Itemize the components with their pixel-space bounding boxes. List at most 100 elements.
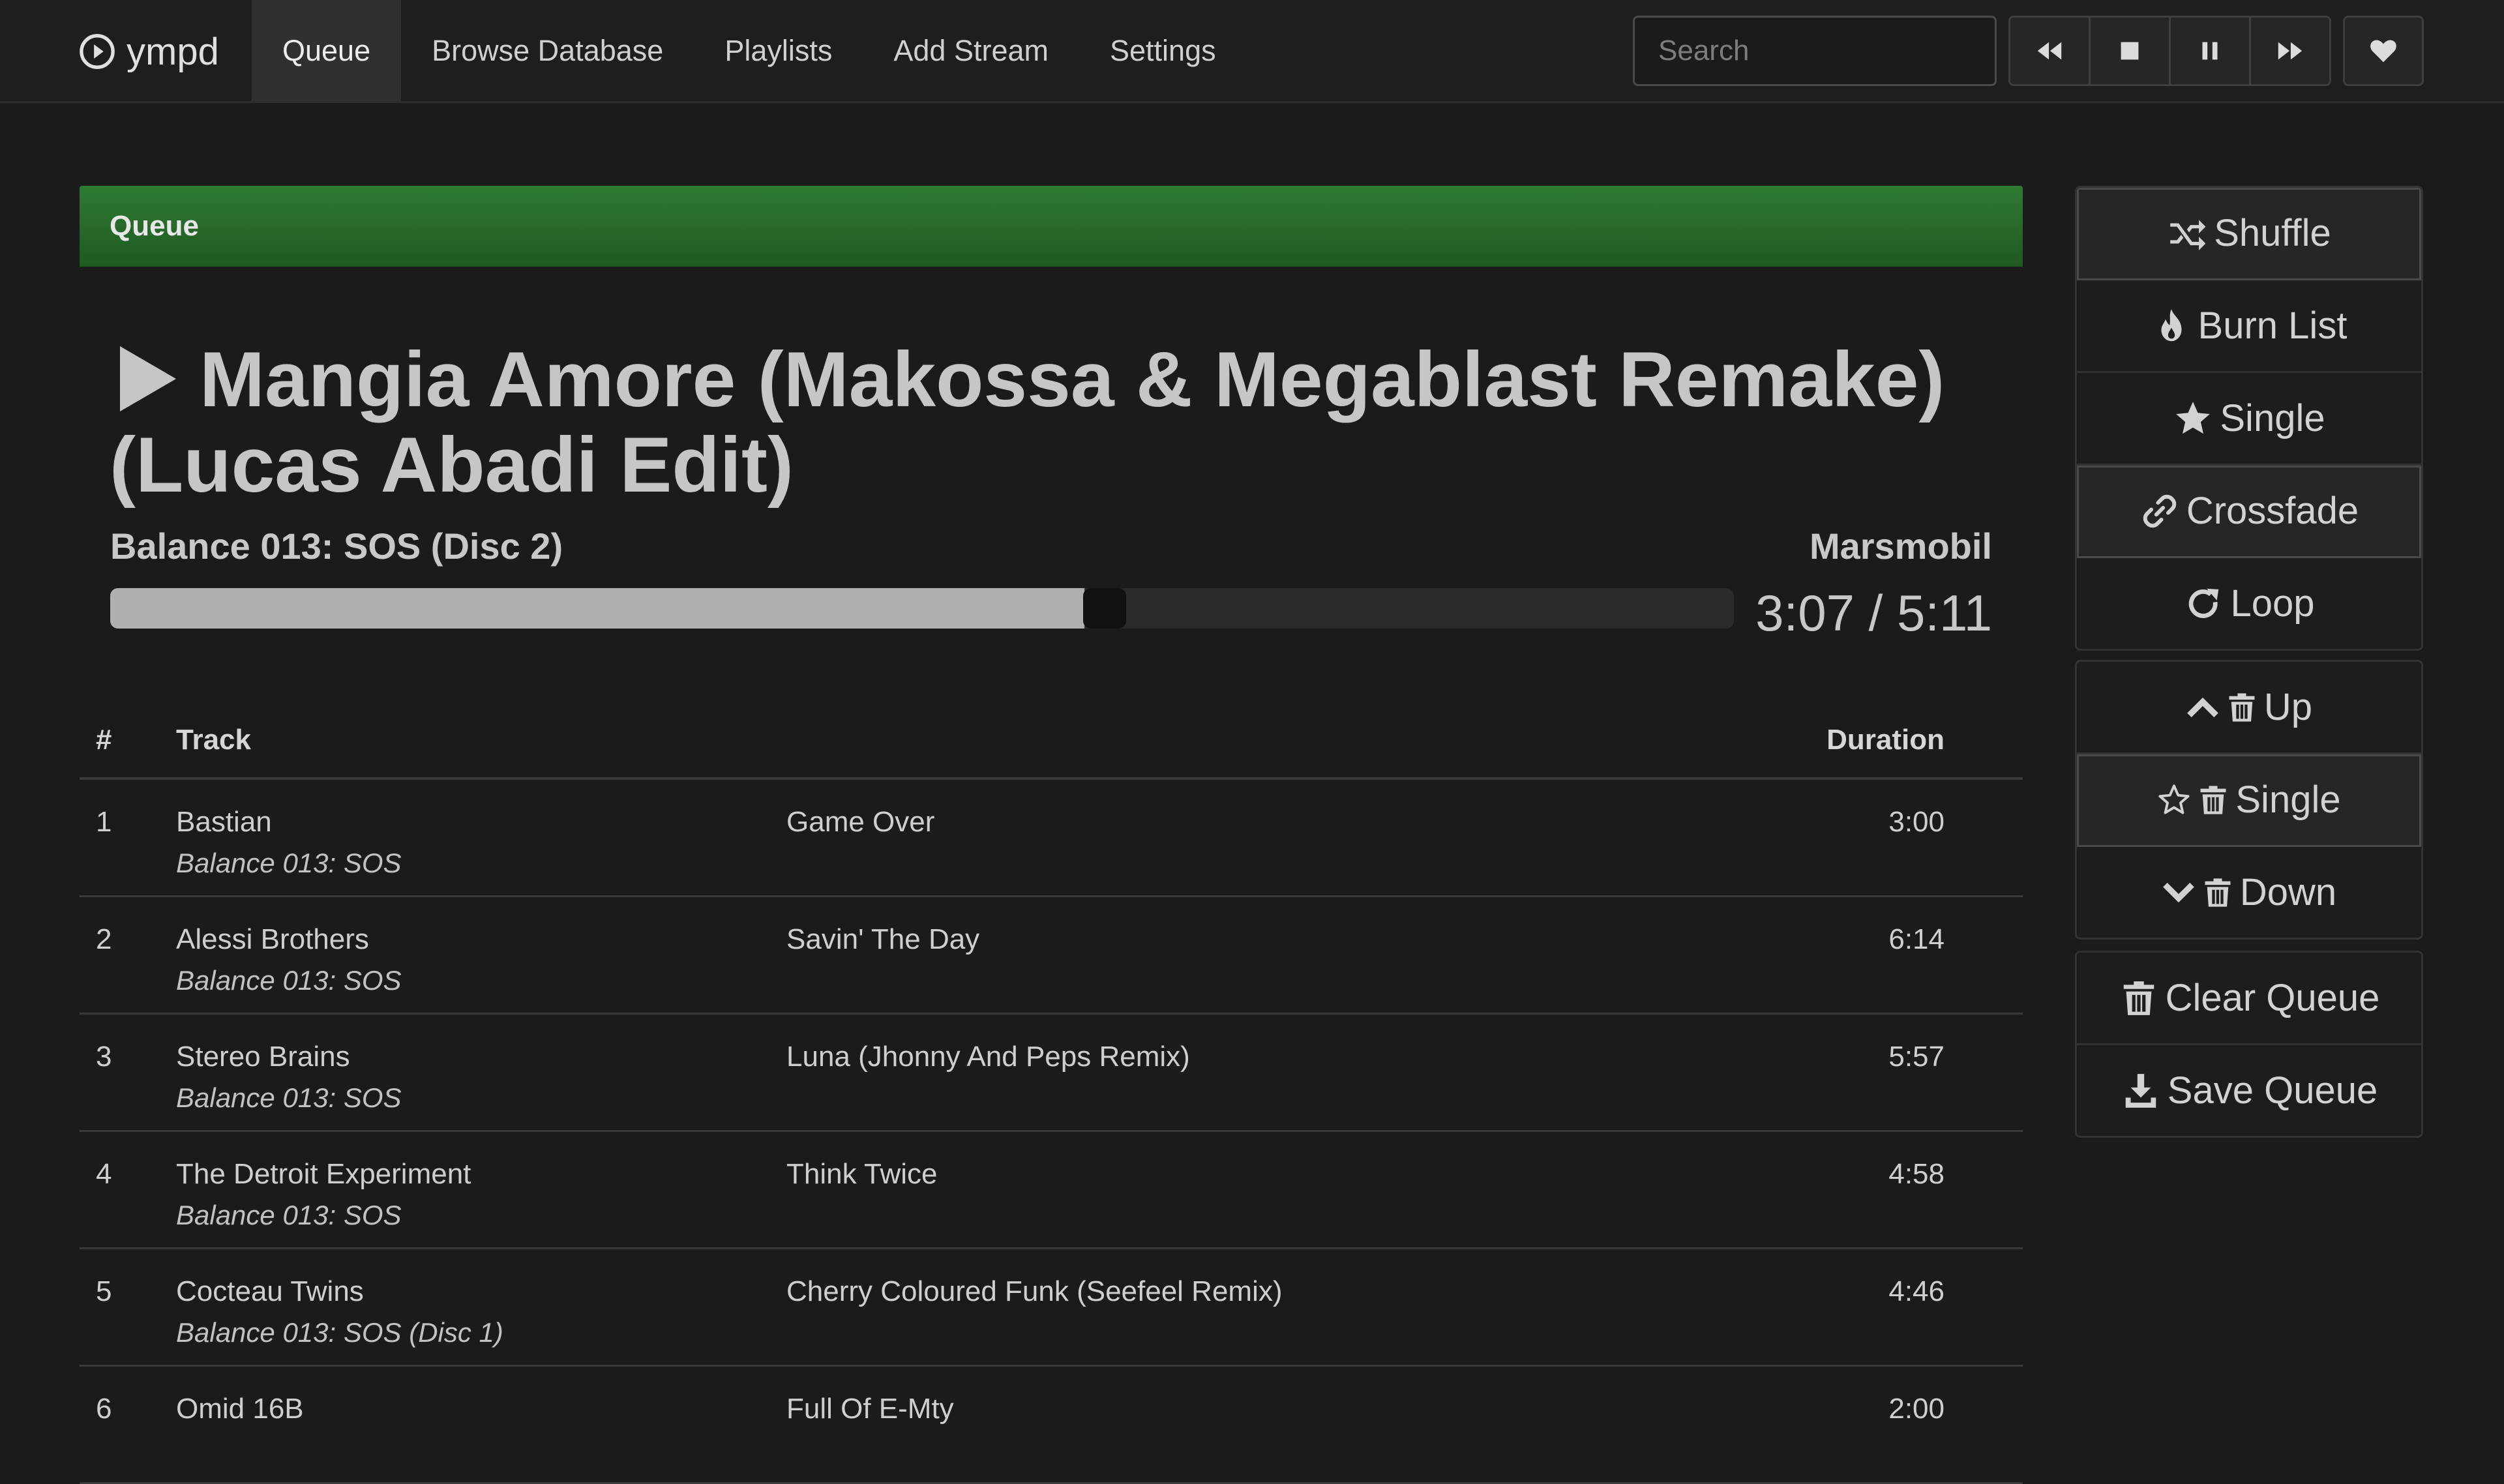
heart-icon (2370, 40, 2396, 63)
previous-icon (2037, 42, 2062, 60)
play-icon (120, 346, 176, 412)
clear-queue-label: Clear Queue (2165, 977, 2380, 1019)
track-number: 6 (96, 1393, 112, 1425)
nav-playlists[interactable]: Playlists (694, 0, 863, 101)
loop-button[interactable]: Loop (2077, 558, 2421, 649)
queue-table: # Track Duration 1 Bastian Balance 013: SO… (80, 711, 2023, 1484)
brand[interactable]: ympd (78, 0, 219, 103)
chevron-up-icon (2187, 697, 2218, 717)
chevron-down-icon (2163, 882, 2194, 902)
track-artist: Stereo Brains (176, 1041, 350, 1073)
star-outline-icon (2158, 784, 2190, 814)
remove-single-button[interactable]: Single (2077, 754, 2421, 847)
download-icon (2125, 1073, 2156, 1108)
now-playing-artist: Marsmobil (1809, 526, 1992, 567)
track-title: Think Twice (786, 1158, 938, 1190)
track-album: Balance 013: SOS (176, 848, 402, 878)
next-button[interactable] (2251, 18, 2329, 84)
trash-icon (2205, 878, 2231, 907)
track-duration: 4:58 (1888, 1158, 1945, 1190)
table-row[interactable]: 1 Bastian Balance 013: SOS Game Over 3:00 (80, 780, 2023, 897)
remove-up-button[interactable]: Up (2077, 662, 2421, 754)
burn-list-button[interactable]: Burn List (2077, 280, 2421, 373)
track-duration: 6:14 (1888, 923, 1945, 955)
track-title: Luna (Jhonny And Peps Remix) (786, 1041, 1190, 1073)
remove-single-label: Single (2235, 779, 2341, 821)
track-title: Savin' The Day (786, 923, 980, 955)
top-navbar: ympd Queue Browse Database Playlists Add… (0, 0, 2504, 103)
search-input[interactable] (1633, 16, 1997, 86)
single-mode-button[interactable]: Single (2077, 373, 2421, 466)
pause-button[interactable] (2171, 18, 2251, 84)
table-header: # Track Duration (80, 711, 2023, 780)
track-album: Balance 013: SOS (176, 965, 402, 996)
crossfade-label: Crossfade (2186, 490, 2359, 532)
track-title: Cherry Coloured Funk (Seefeel Remix) (786, 1275, 1283, 1307)
track-title: Full Of E-Mty (786, 1393, 954, 1425)
progress-fill (110, 588, 1084, 629)
track-duration: 5:57 (1888, 1041, 1945, 1073)
header-num: # (96, 724, 112, 756)
track-number: 3 (96, 1041, 112, 1073)
remove-down-label: Down (2239, 871, 2337, 913)
remove-button-group: Up Single Down (2075, 660, 2423, 940)
table-row[interactable]: 3 Stereo Brains Balance 013: SOS Luna (Jhon… (80, 1015, 2023, 1132)
track-artist: Alessi Brothers (176, 923, 369, 955)
queue-panel-heading: Queue (80, 186, 2023, 267)
track-duration: 2:00 (1888, 1393, 1945, 1425)
table-row[interactable]: 5 Cocteau Twins Balance 013: SOS (Disc 1) C… (80, 1249, 2023, 1367)
now-playing-title-text: Mangia Amore (Makossa & Megablast Remake… (110, 336, 1945, 509)
shuffle-label: Shuffle (2214, 212, 2331, 254)
refresh-icon (2189, 588, 2219, 618)
progress-handle[interactable] (1083, 588, 1126, 629)
track-title: Game Over (786, 806, 935, 838)
track-number: 4 (96, 1158, 112, 1190)
track-album: Balance 013: SOS (176, 1200, 402, 1230)
play-circle-icon (80, 34, 115, 69)
brand-name: ympd (127, 30, 219, 73)
header-track: Track (176, 724, 251, 756)
burn-list-label: Burn List (2198, 304, 2348, 347)
table-row[interactable]: 4 The Detroit Experiment Balance 013: SOS T… (80, 1132, 2023, 1249)
crossfade-button[interactable]: Crossfade (2077, 466, 2421, 558)
table-row[interactable]: 2 Alessi Brothers Balance 013: SOS Savin' T… (80, 897, 2023, 1015)
nav-browse-database[interactable]: Browse Database (401, 0, 694, 101)
track-number: 1 (96, 806, 112, 838)
main-nav: Queue Browse Database Playlists Add Stre… (252, 0, 1247, 101)
next-icon (2278, 42, 2303, 60)
track-album: Balance 013: SOS (176, 1082, 402, 1113)
shuffle-icon (2170, 219, 2206, 250)
elapsed-time: 3:07 / 5:11 (1755, 584, 1992, 642)
track-artist: Omid 16B (176, 1393, 304, 1425)
track-artist: The Detroit Experiment (176, 1158, 471, 1190)
table-row[interactable]: 6 Omid 16B Full Of E-Mty 2:00 (80, 1367, 2023, 1484)
shuffle-button[interactable]: Shuffle (2077, 188, 2421, 280)
remove-down-button[interactable]: Down (2077, 847, 2421, 938)
nav-settings[interactable]: Settings (1079, 0, 1247, 101)
transport-controls (2008, 16, 2331, 86)
clear-queue-button[interactable]: Clear Queue (2077, 953, 2421, 1045)
favorite-button[interactable] (2343, 16, 2424, 86)
progress-bar[interactable] (110, 588, 1734, 629)
stop-button[interactable] (2091, 18, 2171, 84)
nav-add-stream[interactable]: Add Stream (863, 0, 1079, 101)
fire-icon (2161, 308, 2182, 341)
now-playing-title: Mangia Amore (Makossa & Megablast Remake… (110, 339, 2001, 505)
previous-button[interactable] (2010, 18, 2091, 84)
single-mode-label: Single (2220, 397, 2325, 439)
track-artist: Cocteau Twins (176, 1275, 364, 1307)
trash-icon (2200, 785, 2226, 814)
mode-button-group: Shuffle Burn List Single Crossfade Loop (2075, 186, 2423, 651)
remove-up-label: Up (2263, 686, 2313, 728)
save-queue-label: Save Queue (2167, 1069, 2378, 1112)
stop-icon (2121, 42, 2139, 60)
track-artist: Bastian (176, 806, 272, 838)
nav-queue[interactable]: Queue (252, 0, 402, 101)
save-queue-button[interactable]: Save Queue (2077, 1045, 2421, 1136)
pause-icon (2202, 42, 2218, 60)
loop-label: Loop (2230, 582, 2315, 625)
now-playing-album: Balance 013: SOS (Disc 2) (110, 526, 563, 567)
queue-actions-group: Clear Queue Save Queue (2075, 951, 2423, 1138)
trash-icon (2229, 692, 2255, 722)
track-duration: 3:00 (1888, 806, 1945, 838)
